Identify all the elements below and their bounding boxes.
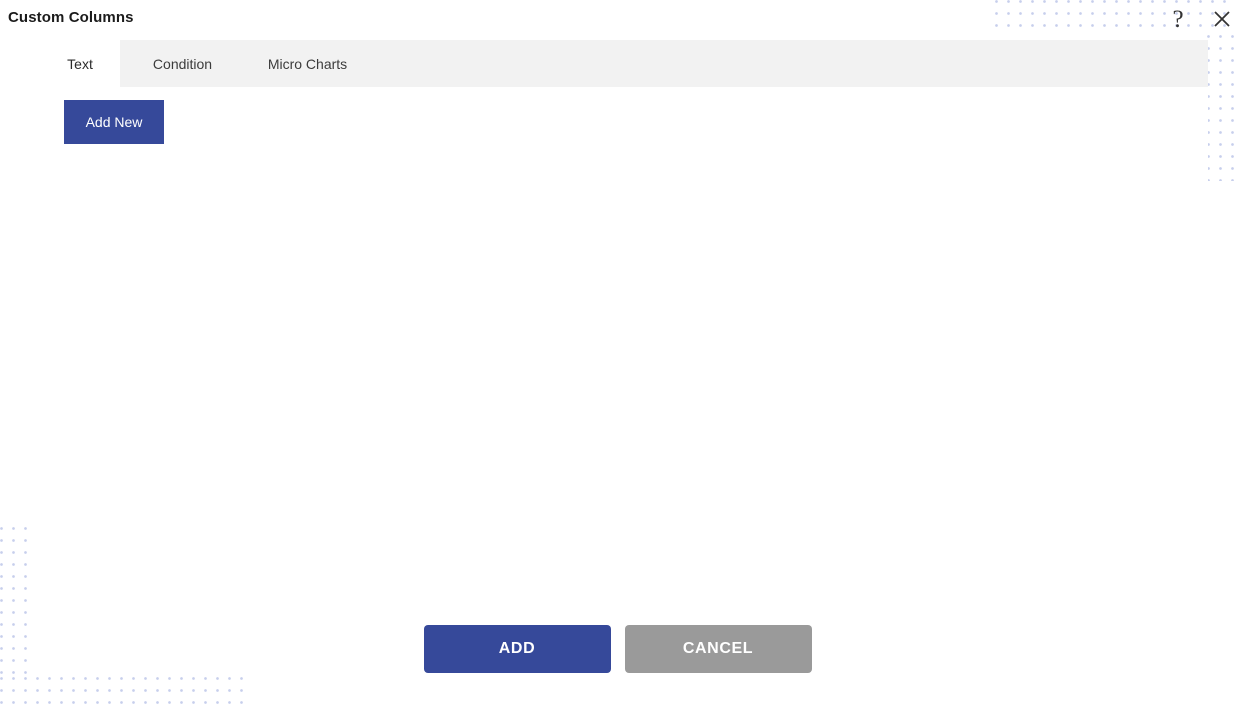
tab-panel-text: Add New <box>40 87 1208 587</box>
cancel-button[interactable]: CANCEL <box>624 625 812 673</box>
tab-text-label: Text <box>67 55 93 72</box>
tab-micro-charts[interactable]: Micro Charts <box>245 40 370 87</box>
add-button[interactable]: ADD <box>423 625 611 673</box>
tab-text[interactable]: Text <box>40 40 120 87</box>
tab-condition[interactable]: Condition <box>120 40 245 87</box>
dialog-footer: ADD CANCEL <box>0 625 1235 673</box>
close-icon <box>1214 11 1230 27</box>
question-mark-icon: ? <box>1172 5 1184 33</box>
page-title: Custom Columns <box>8 9 134 26</box>
tab-condition-label: Condition <box>152 55 213 72</box>
decorative-dot-pattern-right-strip <box>1207 35 1235 181</box>
tab-micro-charts-label: Micro Charts <box>267 55 348 72</box>
tab-bar: Text Condition Micro Charts <box>40 40 1208 87</box>
add-new-button[interactable]: Add New <box>64 100 164 144</box>
dialog-header: Custom Columns ? <box>0 0 1235 40</box>
close-button[interactable] <box>1207 4 1235 34</box>
help-button[interactable]: ? <box>1163 4 1193 34</box>
decorative-dot-pattern-bottom-left <box>0 677 246 711</box>
